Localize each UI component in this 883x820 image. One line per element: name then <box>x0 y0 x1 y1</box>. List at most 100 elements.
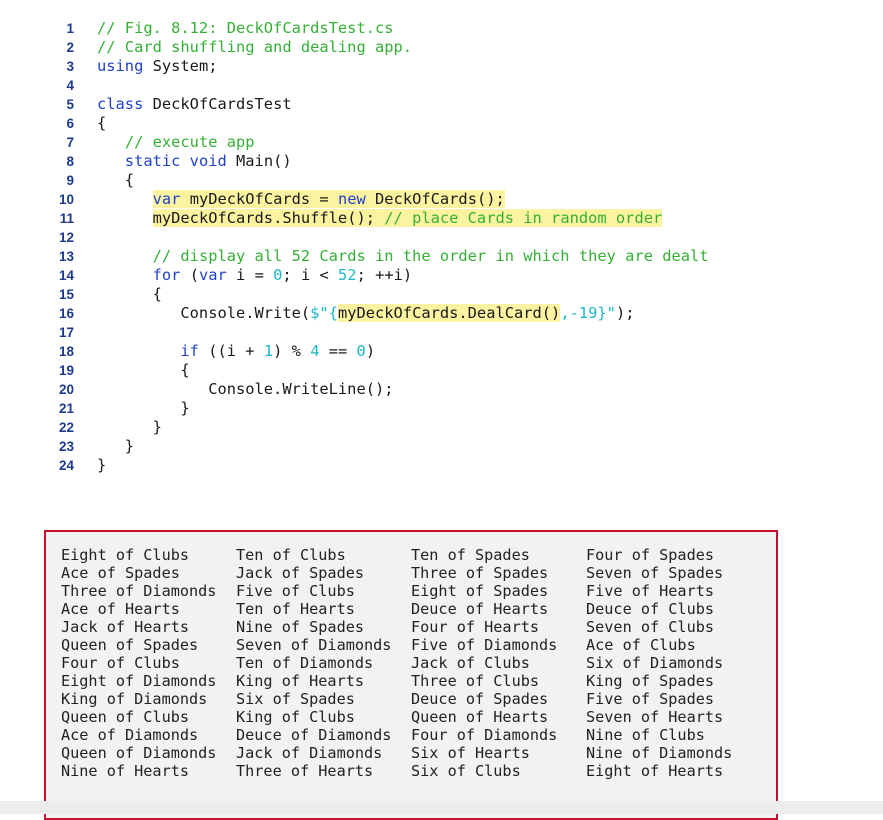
code-token: { <box>97 361 190 379</box>
output-card-name: Eight of Clubs <box>61 546 190 564</box>
output-card-name: Ten of Diamonds <box>236 654 374 672</box>
output-card-name: Ace of Spades <box>61 564 180 582</box>
output-card-name: Queen of Hearts <box>411 708 549 726</box>
code-line: 24} <box>0 456 883 475</box>
code-text: for (var i = 0; i < 52; ++i) <box>97 266 413 285</box>
code-text: } <box>97 437 134 456</box>
line-number: 21 <box>58 401 74 416</box>
code-line: 3 using System; <box>0 57 883 76</box>
code-token: ,-19}" <box>560 304 616 322</box>
output-card-name: Ace of Hearts <box>61 600 180 618</box>
code-token: ) <box>365 342 376 360</box>
code-token: ); <box>615 304 635 322</box>
code-text: } <box>97 418 162 437</box>
output-card-name: Deuce of Spades <box>411 690 549 708</box>
code-text: // execute app <box>97 133 255 152</box>
output-card-name: Seven of Diamonds <box>236 636 392 654</box>
output-card-name: Ten of Hearts <box>236 600 355 618</box>
code-text: // Card shuffling and dealing app. <box>97 38 412 57</box>
output-card-name: Six of Diamonds <box>586 654 724 672</box>
code-line: 16 Console.Write($"{myDeckOfCards.DealCa… <box>0 304 883 323</box>
output-card-name: Nine of Clubs <box>586 726 705 744</box>
output-card-name: Deuce of Hearts <box>411 600 549 618</box>
code-token: // Card shuffling and dealing app. <box>97 38 413 56</box>
code-token: } <box>97 437 135 455</box>
output-card-name: Deuce of Clubs <box>586 600 715 618</box>
output-card-name: King of Clubs <box>236 708 355 726</box>
code-token: static void <box>124 152 227 170</box>
code-token: // place Cards in random order <box>384 209 663 227</box>
code-text: } <box>97 456 106 475</box>
code-line: 18 if ((i + 1) % 4 == 0) <box>0 342 883 361</box>
code-line: 4 <box>0 76 883 95</box>
output-card-name: Three of Diamonds <box>61 582 217 600</box>
code-text: class DeckOfCardsTest <box>97 95 292 114</box>
code-line: 15 { <box>0 285 883 304</box>
code-text: { <box>97 171 134 190</box>
code-token: $"{ <box>310 304 338 322</box>
output-card-name: Three of Clubs <box>411 672 540 690</box>
code-token: if <box>180 342 199 360</box>
output-card-name: Six of Clubs <box>411 762 521 780</box>
line-number: 11 <box>59 211 74 226</box>
code-line: 17 <box>0 323 883 342</box>
code-token: using <box>97 57 144 75</box>
line-number: 8 <box>66 154 74 169</box>
line-number: 19 <box>58 363 74 378</box>
code-text: static void Main() <box>97 152 292 171</box>
code-token: var <box>152 190 181 208</box>
code-token: Console.WriteLine(); <box>97 380 394 398</box>
line-number: 12 <box>58 230 74 245</box>
console-output-panel: Eight of Clubs Ten of Clubs Ten of Spades F… <box>44 530 778 820</box>
code-token: class <box>97 95 144 113</box>
output-card-name: Four of Hearts <box>411 618 540 636</box>
line-number: 6 <box>66 116 74 131</box>
line-number: 5 <box>66 97 74 112</box>
code-text: using System; <box>97 57 217 76</box>
output-card-name: Three of Hearts <box>236 762 374 780</box>
code-text: { <box>97 114 106 133</box>
output-card-name: Queen of Diamonds <box>61 744 217 762</box>
line-number: 1 <box>66 21 74 36</box>
output-card-name: Ten of Spades <box>411 546 530 564</box>
code-line: 19 { <box>0 361 883 380</box>
code-token: } <box>97 418 162 436</box>
output-card-name: Seven of Clubs <box>586 618 715 636</box>
output-card-name: Seven of Spades <box>586 564 724 582</box>
output-card-name: Eight of Diamonds <box>61 672 217 690</box>
code-line: 12 <box>0 228 883 247</box>
code-text: var myDeckOfCards = new DeckOfCards(); <box>97 190 505 209</box>
code-token: DeckOfCards(); <box>365 190 505 208</box>
code-token: ( <box>180 266 199 284</box>
line-number: 23 <box>58 439 74 454</box>
line-number: 22 <box>58 420 74 435</box>
code-line: 9 { <box>0 171 883 190</box>
code-line: 11 myDeckOfCards.Shuffle(); // place Car… <box>0 209 883 228</box>
output-card-name: Four of Spades <box>586 546 715 564</box>
output-card-name: Five of Hearts <box>586 582 715 600</box>
code-token: } <box>97 399 190 417</box>
code-token: myDeckOfCards = <box>180 190 338 208</box>
code-text: myDeckOfCards.Shuffle(); // place Cards … <box>97 209 663 228</box>
code-listing: 1 // Fig. 8.12: DeckOfCardsTest.cs 2 // Car… <box>0 19 883 475</box>
output-card-name: Jack of Clubs <box>411 654 530 672</box>
code-line: 23 } <box>0 437 883 456</box>
code-line: 13 // display all 52 Cards in the order … <box>0 247 883 266</box>
code-token: } <box>97 456 107 474</box>
code-text: { <box>97 285 162 304</box>
code-token: ; ++i) <box>356 266 413 284</box>
code-token: new <box>337 190 366 208</box>
output-card-name: Queen of Spades <box>61 636 199 654</box>
line-number: 3 <box>66 59 74 74</box>
code-token: ((i + <box>198 342 264 360</box>
code-line: 7 // execute app <box>0 133 883 152</box>
line-number: 9 <box>66 173 74 188</box>
line-number: 15 <box>58 287 74 302</box>
output-card-name: Nine of Hearts <box>61 762 190 780</box>
